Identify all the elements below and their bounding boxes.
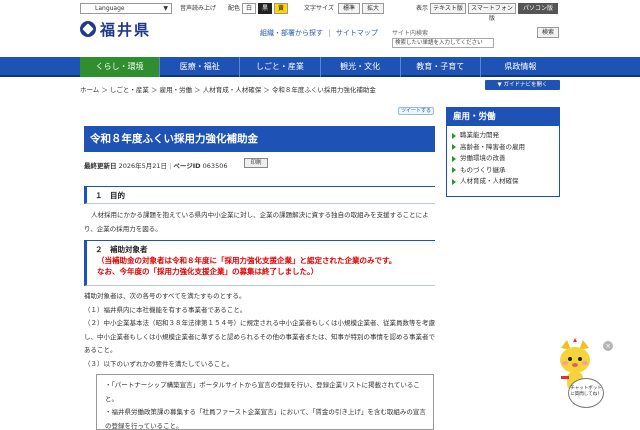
section-eligibility-title: ２ 補助対象者 [95, 245, 148, 254]
requirements-box: ・「パートナーシップ構築宣言」ポータルサイトから宣言の登録を行い、登録企業リスト… [96, 374, 434, 430]
pc-version-button[interactable]: パソコン版 [518, 3, 558, 14]
eligibility-line: 補助対象者は、次の各号のすべてを満たすものとする。 [84, 292, 246, 300]
site-logo[interactable]: 福井県 [80, 20, 152, 39]
eligibility-line: （１）福井県内に本社機能を有する事業者であること。 [84, 305, 247, 314]
sidebar: 雇用・労働 職業能力開発 高齢者・障害者の雇用 労働環境の改善 ものづくり継承 … [446, 107, 560, 197]
requirements-text: ・「パートナーシップ構築宣言」ポータルサイトから宣言の登録を行い、登録企業リスト… [105, 379, 430, 430]
sidebar-item-training[interactable]: 職業能力開発 [447, 130, 559, 142]
guide-nav-button[interactable]: ▼ ガイドナビを開く [485, 80, 560, 90]
org-search-link[interactable]: 組織・部署から探す [260, 29, 323, 37]
color-black-button[interactable]: 黒 [258, 3, 272, 14]
sidebar-item-label: 職業能力開発 [460, 131, 499, 139]
header-separator: | [328, 29, 331, 37]
site-search-input[interactable]: 検索したい単語を入力してください [392, 38, 494, 48]
sidebar-item-hr[interactable]: 人材育成・人材確保 [447, 176, 559, 188]
sidebar-item-label: 人材育成・人材確保 [460, 177, 519, 185]
requirement-item: ・「パートナーシップ構築宣言」ポータルサイトから宣言の登録を行い、登録企業リスト… [105, 381, 420, 403]
smartphone-version-button[interactable]: スマートフォン版 [468, 3, 516, 22]
fontsize-large-button[interactable]: 拡大 [362, 3, 384, 14]
section-purpose-text: 人材採用にかかる課題を抱えている県内中小企業に対し、企業の課題解決に資する独自の… [84, 211, 429, 233]
requirement-item: ・福井県労働政策課の募集する「社員ファースト企業宣言」において、「賃金の引き上げ… [105, 408, 426, 430]
sidebar-item-environment[interactable]: 労働環境の改善 [447, 153, 559, 165]
chevron-down-icon: ▼ [163, 5, 168, 12]
page-meta: 最終更新日 2026年5月21日 | ページID 063506 [84, 162, 228, 170]
site-search-label: サイト内検索 [392, 30, 429, 37]
nav-item-education[interactable]: 教育・子育て [401, 57, 481, 77]
eligibility-line: （３）以下のいずれかの要件を満たしていること。 [84, 359, 234, 368]
fontsize-label: 文字サイズ [304, 5, 334, 12]
close-icon[interactable]: × [603, 341, 613, 351]
triangle-bullet-icon [452, 167, 456, 174]
section-eligibility-text: 補助対象者は、次の各号のすべてを満たすものとする。 （１）福井県内に本社機能を有… [84, 290, 438, 371]
nav-item-living[interactable]: くらし・環境 [80, 57, 161, 77]
triangle-bullet-icon [452, 178, 456, 185]
fontsize-standard-button[interactable]: 標準 [338, 3, 360, 14]
nav-item-government[interactable]: 県政情報 [481, 57, 560, 77]
tweet-button[interactable]: ツイートする [398, 107, 434, 115]
language-label: Language [95, 5, 125, 12]
section-purpose-heading: １ 目的 [84, 186, 435, 204]
triangle-bullet-icon [452, 155, 456, 162]
print-button[interactable]: 印刷 [244, 158, 268, 168]
eligibility-line: （２）中小企業基本法（昭和３８年法律第１５４号）に規定される中小企業者もしくは小… [84, 319, 435, 354]
audio-button[interactable]: 音声読み上げ [180, 3, 216, 14]
color-white-button[interactable]: 白 [242, 3, 256, 14]
color-label: 配色 [228, 5, 241, 12]
eligibility-notice-2: なお、今年度の「採用力強化支援企業」の募集は終了しました。） [97, 267, 319, 276]
prefecture-emblem-icon [80, 21, 96, 37]
sitemap-link[interactable]: サイトマップ [336, 29, 378, 37]
updated-label: 最終更新日 [84, 162, 117, 170]
page-id: 063506 [202, 162, 228, 170]
sidebar-item-employment[interactable]: 高齢者・障害者の雇用 [447, 142, 559, 154]
breadcrumb[interactable]: ホーム ＞ しごと・産業 ＞ 雇用・労働 ＞ 人材育成・人材確保 ＞ 令和８年度… [80, 84, 376, 94]
triangle-bullet-icon [452, 144, 456, 151]
nav-item-work[interactable]: しごと・産業 [240, 57, 321, 77]
global-nav: くらし・環境 医療・福祉 しごと・産業 観光・文化 教育・子育て 県政情報 [0, 57, 640, 77]
section-eligibility-heading: ２ 補助対象者 （当補助金の対象者は令和８年度に「採用力強化支援企業」と認定され… [84, 240, 435, 286]
sidebar-heading: 雇用・労働 [447, 108, 559, 126]
updated-date: 2026年5月21日 [118, 162, 168, 170]
utility-bar: Language ▼ 音声読み上げ 配色 白 黒 黄 文字サイズ 標準 拡大 表示… [80, 3, 560, 22]
header-links: 組織・部署から探す | サイトマップ [260, 28, 381, 38]
language-select[interactable]: Language ▼ [80, 3, 172, 14]
text-version-button[interactable]: テキスト版 [430, 3, 466, 14]
page-title: 令和８年度ふくい採用力強化補助金 [84, 126, 435, 152]
page-id-label: ページID [173, 162, 201, 170]
sidebar-item-label: 高齢者・障害者の雇用 [460, 142, 525, 151]
logo-text: 福井県 [100, 20, 152, 39]
sidebar-item-label: ものづくり継承 [460, 165, 506, 174]
search-button[interactable]: 検索 [537, 27, 559, 38]
sidebar-list: 職業能力開発 高齢者・障害者の雇用 労働環境の改善 ものづくり継承 人材育成・人… [447, 126, 559, 188]
triangle-bullet-icon [452, 132, 456, 139]
color-yellow-button[interactable]: 黄 [274, 3, 288, 14]
sidebar-item-label: 労働環境の改善 [460, 154, 506, 162]
nav-item-tourism[interactable]: 観光・文化 [321, 57, 401, 77]
sidebar-item-craft[interactable]: ものづくり継承 [447, 165, 559, 177]
global-nav-items: くらし・環境 医療・福祉 しごと・産業 観光・文化 教育・子育て 県政情報 [80, 57, 560, 77]
eligibility-notice-1: （当補助金の対象者は令和８年度に「採用力強化支援企業」と認定された企業のみです。 [97, 256, 397, 265]
nav-item-medical[interactable]: 医療・福祉 [160, 57, 241, 77]
chatbot-bubble[interactable]: チャットボットに質問してね！ [568, 378, 604, 408]
display-label: 表示 [416, 5, 429, 12]
